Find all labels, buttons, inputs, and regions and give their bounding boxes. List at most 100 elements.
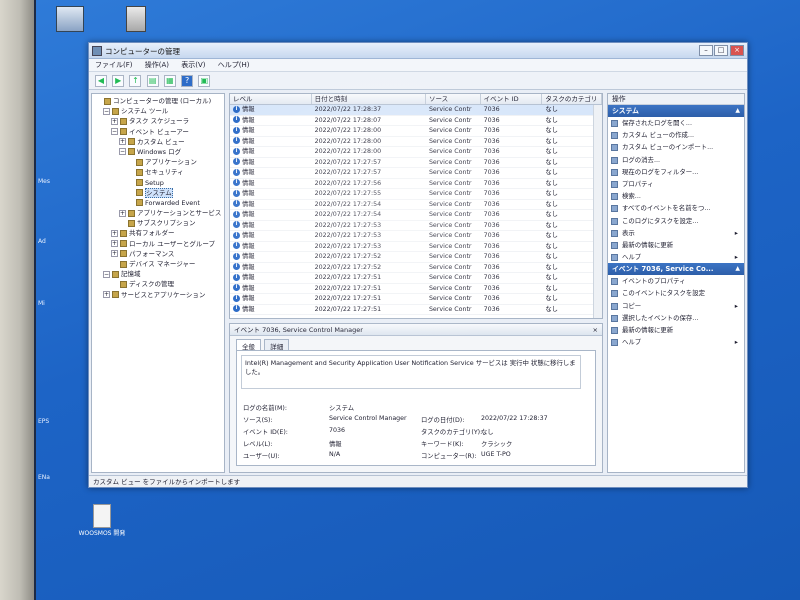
- table-row[interactable]: i 情報 2022/07/22 17:27:54 Service Contr 7036 な…: [230, 200, 602, 210]
- action-item[interactable]: ヘルプ ▸: [608, 251, 744, 263]
- actions-section-event[interactable]: イベント 7036, Service Co... ▲: [608, 263, 744, 276]
- menu-action[interactable]: 操作(A): [145, 59, 169, 72]
- tree-node[interactable]: ディスクの管理: [92, 279, 224, 289]
- action-item[interactable]: 最新の情報に更新: [608, 239, 744, 251]
- table-row[interactable]: i 情報 2022/07/22 17:27:57 Service Contr 7036 な…: [230, 168, 602, 179]
- table-row[interactable]: i 情報 2022/07/22 17:27:54 Service Contr 7036 な…: [230, 210, 602, 221]
- menu-file[interactable]: ファイル(F): [95, 59, 133, 72]
- table-row[interactable]: i 情報 2022/07/22 17:27:51 Service Contr 7036 な…: [230, 284, 602, 294]
- table-row[interactable]: i 情報 2022/07/22 17:27:51 Service Contr 7036 な…: [230, 294, 602, 305]
- table-row[interactable]: i 情報 2022/07/22 17:27:53 Service Contr 7036 な…: [230, 231, 602, 242]
- expand-icon[interactable]: +: [119, 209, 126, 217]
- back-icon[interactable]: ◀: [95, 75, 107, 87]
- collapse-icon[interactable]: −: [103, 270, 110, 278]
- expand-icon[interactable]: +: [119, 138, 126, 146]
- table-row[interactable]: i 情報 2022/07/22 17:28:37 Service Contr 7036 な…: [230, 105, 602, 116]
- tree-node[interactable]: コンピューターの管理 (ローカル): [92, 96, 224, 106]
- event-list-scrollbar[interactable]: [593, 105, 602, 318]
- title-bar[interactable]: コンピューターの管理 – □ ×: [89, 43, 747, 59]
- column-task-category[interactable]: タスクのカテゴリ: [542, 94, 602, 104]
- table-row[interactable]: i 情報 2022/07/22 17:28:07 Service Contr 7036 な…: [230, 116, 602, 126]
- detail-field-value[interactable]: 情報: [329, 439, 342, 448]
- tree-node[interactable]: − 記憶域: [92, 269, 224, 279]
- table-row[interactable]: i 情報 2022/07/22 17:28:00 Service Contr 7036 な…: [230, 126, 602, 137]
- action-item[interactable]: プロパティ: [608, 178, 744, 190]
- action-item[interactable]: 現在のログをフィルター...: [608, 166, 744, 178]
- action-item[interactable]: 選択したイベントの保存...: [608, 312, 744, 324]
- table-row[interactable]: i 情報 2022/07/22 17:27:56 Service Contr 7036 な…: [230, 179, 602, 189]
- detail-field-value[interactable]: 7036: [329, 427, 345, 434]
- close-icon[interactable]: ×: [593, 324, 598, 336]
- tree-node[interactable]: Setup: [92, 178, 224, 188]
- table-row[interactable]: i 情報 2022/07/22 17:27:52 Service Contr 7036 な…: [230, 252, 602, 263]
- action-item[interactable]: コピー ▸: [608, 300, 744, 312]
- tree-node[interactable]: + アプリケーションとサービス: [92, 208, 224, 218]
- detail-field-value[interactable]: UGE T-PO: [481, 451, 511, 458]
- action-item[interactable]: 表示 ▸: [608, 227, 744, 239]
- table-row[interactable]: i 情報 2022/07/22 17:27:53 Service Contr 7036 な…: [230, 242, 602, 252]
- table-row[interactable]: i 情報 2022/07/22 17:27:51 Service Contr 7036 な…: [230, 273, 602, 284]
- show-tree-icon[interactable]: ▤: [146, 75, 159, 87]
- minimize-button[interactable]: –: [699, 45, 713, 56]
- column-event-id[interactable]: イベント ID: [481, 94, 543, 104]
- desktop-icon-server[interactable]: [118, 6, 154, 32]
- tree-node[interactable]: + カスタム ビュー: [92, 137, 224, 147]
- detail-field-value[interactable]: 2022/07/22 17:28:37: [481, 415, 548, 422]
- expand-icon[interactable]: +: [111, 229, 118, 237]
- collapse-icon[interactable]: ▲: [735, 263, 740, 275]
- tree-node[interactable]: − イベント ビューアー: [92, 127, 224, 137]
- expand-icon[interactable]: +: [111, 250, 118, 258]
- actions-section-system[interactable]: システム ▲: [608, 105, 744, 117]
- expand-icon[interactable]: +: [111, 240, 118, 248]
- menu-view[interactable]: 表示(V): [181, 59, 205, 72]
- tree-node[interactable]: − システム ツール: [92, 106, 224, 116]
- table-row[interactable]: i 情報 2022/07/22 17:27:57 Service Contr 7036 な…: [230, 158, 602, 168]
- collapse-icon[interactable]: −: [111, 128, 118, 136]
- up-folder-icon[interactable]: ↑: [129, 75, 142, 87]
- table-row[interactable]: i 情報 2022/07/22 17:28:00 Service Contr 7036 な…: [230, 147, 602, 158]
- action-item[interactable]: ヘルプ ▸: [608, 336, 744, 348]
- detail-field-value[interactable]: なし: [481, 427, 494, 436]
- close-button[interactable]: ×: [730, 45, 744, 56]
- help-icon[interactable]: ?: [181, 75, 194, 87]
- column-datetime[interactable]: 日付と時刻: [312, 94, 426, 104]
- tree-node[interactable]: デバイス マネージャー: [92, 259, 224, 269]
- column-level[interactable]: レベル: [230, 94, 312, 104]
- expand-icon[interactable]: +: [103, 291, 110, 299]
- tree-node[interactable]: − Windows ログ: [92, 147, 224, 157]
- action-item[interactable]: カスタム ビューの作成...: [608, 129, 744, 141]
- tree-node[interactable]: セキュリティ: [92, 167, 224, 177]
- desktop-icon-woosmos[interactable]: WOOSMOS 開発: [78, 504, 126, 537]
- table-row[interactable]: i 情報 2022/07/22 17:27:51 Service Contr 7036 な…: [230, 305, 602, 315]
- table-row[interactable]: i 情報 2022/07/22 17:27:55 Service Contr 7036 な…: [230, 189, 602, 200]
- tree-node[interactable]: Forwarded Event: [92, 198, 224, 208]
- action-item[interactable]: ログの消去...: [608, 154, 744, 166]
- table-row[interactable]: i 情報 2022/07/22 17:27:53 Service Contr 7036 な…: [230, 221, 602, 231]
- detail-field-value[interactable]: Service Control Manager: [329, 415, 407, 422]
- collapse-icon[interactable]: −: [119, 148, 126, 156]
- action-item[interactable]: 保存されたログを開く...: [608, 117, 744, 129]
- detail-field-value[interactable]: N/A: [329, 451, 340, 458]
- tree-node[interactable]: サブスクリプション: [92, 218, 224, 228]
- forward-icon[interactable]: ▶: [112, 75, 125, 87]
- action-item[interactable]: このログにタスクを設定...: [608, 215, 744, 227]
- collapse-icon[interactable]: −: [103, 107, 110, 115]
- action-item[interactable]: このイベントにタスクを設定: [608, 287, 744, 299]
- action-item[interactable]: すべてのイベントを名前をつ...: [608, 202, 744, 214]
- tree-node[interactable]: アプリケーション: [92, 157, 224, 167]
- table-row[interactable]: i 情報 2022/07/22 17:27:52 Service Contr 7036 な…: [230, 263, 602, 273]
- table-row[interactable]: i 情報 2022/07/22 17:28:00 Service Contr 7036 な…: [230, 137, 602, 147]
- detail-field-value[interactable]: クラシック: [481, 439, 512, 448]
- action-item[interactable]: 検索...: [608, 190, 744, 202]
- console-icon[interactable]: ▣: [198, 75, 211, 87]
- expand-icon[interactable]: +: [111, 117, 118, 125]
- tree-node[interactable]: + 共有フォルダー: [92, 228, 224, 238]
- properties-icon[interactable]: ▦: [163, 75, 176, 87]
- action-item[interactable]: イベントのプロパティ: [608, 275, 744, 287]
- event-message[interactable]: Intel(R) Management and Security Applica…: [241, 355, 581, 389]
- maximize-button[interactable]: □: [714, 45, 728, 56]
- menu-help[interactable]: ヘルプ(H): [218, 59, 250, 72]
- action-item[interactable]: 最新の情報に更新: [608, 324, 744, 336]
- action-item[interactable]: カスタム ビューのインポート...: [608, 141, 744, 153]
- tree-node[interactable]: + サービスとアプリケーション: [92, 290, 224, 300]
